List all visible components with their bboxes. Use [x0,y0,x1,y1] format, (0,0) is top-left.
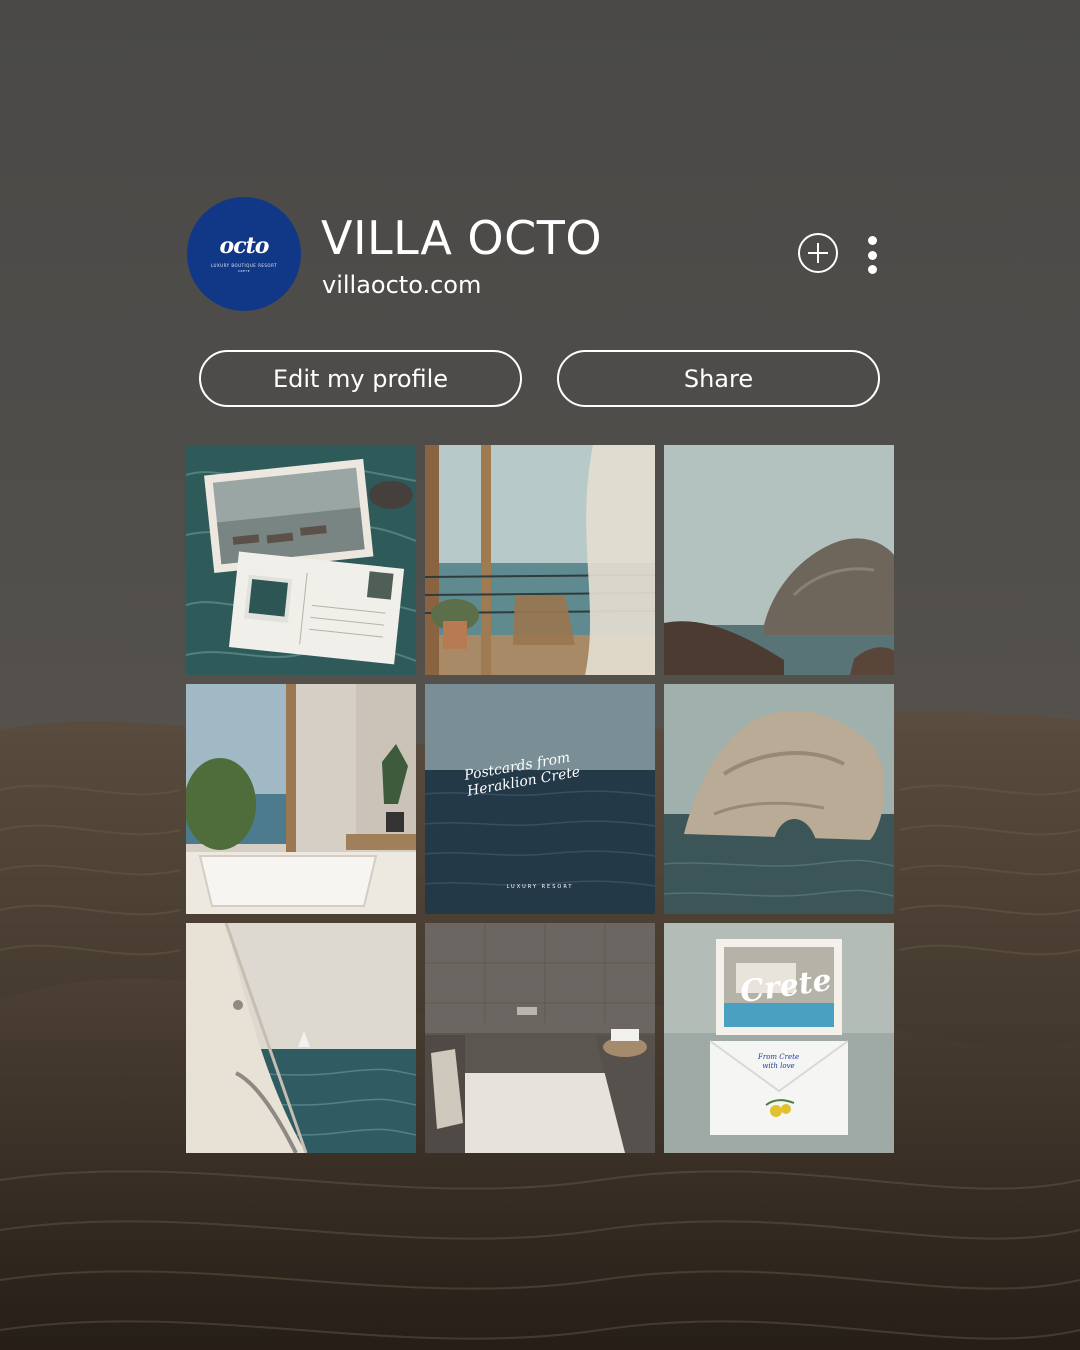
dot [867,250,877,260]
profile-name: VILLA OCTO [321,211,603,265]
post-tile-open-sea[interactable]: Postcards from Heraklion Crete LUXURY RE… [425,684,655,914]
edit-profile-button[interactable]: Edit my profile [199,350,522,407]
post-tile-rocky-cliff[interactable] [664,445,894,675]
avatar-logo-text: octo [219,233,270,259]
post-tile-crete-envelope[interactable]: Crete From Crete with love [664,923,894,1153]
avatar-logo-subtext-2: CRETE [237,269,251,273]
dot [867,265,877,274]
post-tile-sailboat-rigging[interactable] [186,923,416,1153]
profile-avatar[interactable]: octo LUXURY BOUTIQUE RESORT CRETE [187,197,301,311]
plus-circle-icon[interactable] [798,233,838,273]
post-tile-rock-arch[interactable] [664,684,894,914]
post-grid: Postcards from Heraklion Crete LUXURY RE… [186,445,894,1153]
profile-website-link[interactable]: villaocto.com [322,270,481,300]
avatar-logo-subtext: LUXURY BOUTIQUE RESORT [210,263,278,268]
post-tile-balcony-curtain[interactable] [425,445,655,675]
post-tile-bathtub-window[interactable] [186,684,416,914]
post-tile-steam-bath[interactable] [425,923,655,1153]
share-button[interactable]: Share [557,350,880,407]
vertical-ellipsis-icon[interactable] [862,236,882,274]
dot [867,236,877,245]
post-tile-postcard-collage[interactable] [186,445,416,675]
